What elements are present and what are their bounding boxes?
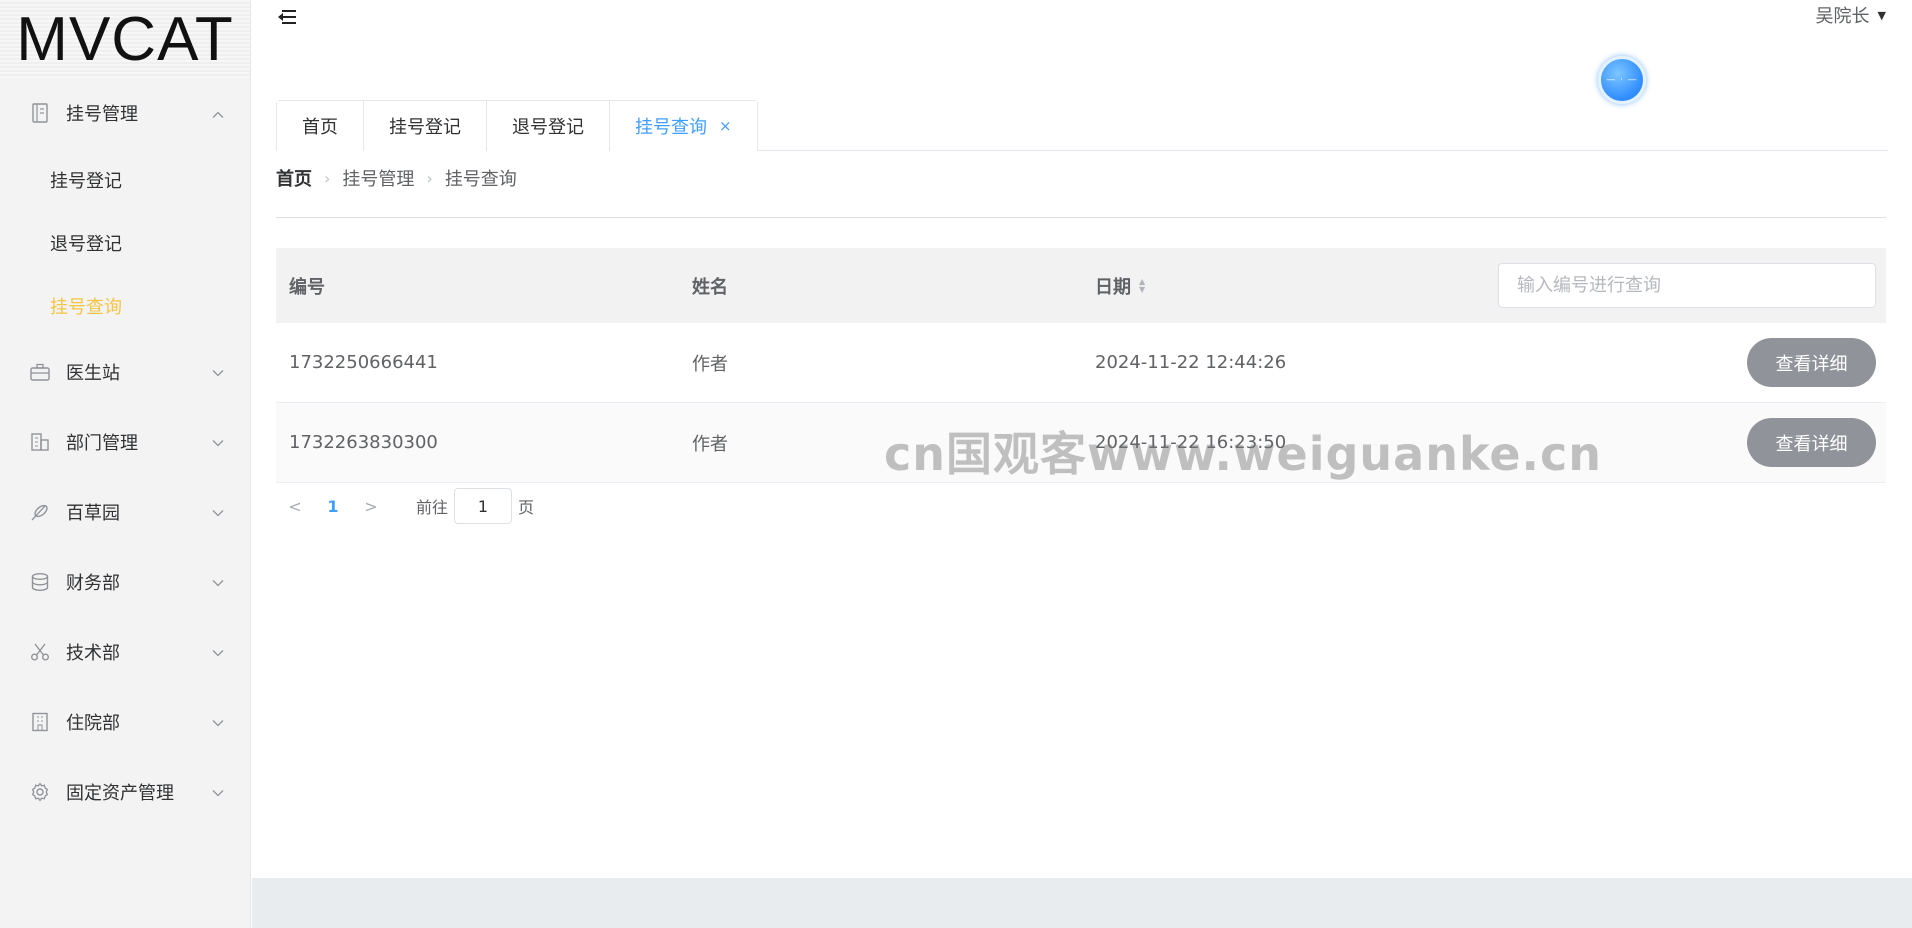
briefcase-icon (30, 362, 50, 382)
page-number[interactable]: 1 (310, 497, 356, 516)
goto-page-input[interactable] (454, 488, 513, 524)
menu-head-label: 挂号管理 (66, 104, 138, 125)
menu-head-tech[interactable]: 技术部 (0, 617, 250, 687)
cell-name: 作者 (692, 353, 728, 375)
breadcrumb-current: 挂号查询 (444, 169, 517, 190)
tab-label: 挂号查询 (635, 117, 707, 138)
search-input[interactable] (1498, 263, 1876, 308)
scissors-icon (30, 642, 50, 662)
menu-head-label: 技术部 (66, 643, 120, 664)
page-suffix: 页 (518, 498, 535, 517)
menu-head-label: 住院部 (66, 713, 120, 734)
chevron-down-icon (212, 572, 224, 593)
cell-action: 查看详细 (1485, 418, 1886, 467)
menu-head-label: 百草园 (66, 503, 120, 524)
menu-head-label: 财务部 (66, 573, 120, 594)
menu-head-herb-garden[interactable]: 百草园 (0, 477, 250, 547)
menu-head-inpatient[interactable]: 住院部 (0, 687, 250, 757)
chevron-down-icon (212, 712, 224, 733)
menu-head-label: 部门管理 (66, 433, 138, 454)
menu-head-label: 医生站 (66, 363, 120, 384)
footer-bar (252, 878, 1912, 928)
header-date[interactable]: 日期 ▲ ▼ (1082, 273, 1485, 299)
table-row: 1732263830300 作者 2024-11-22 16:23:50 查看详… (276, 403, 1886, 483)
header-search-cell (1485, 263, 1886, 308)
chevron-down-icon (212, 782, 224, 803)
prev-page-button[interactable]: < (280, 497, 310, 516)
gear-icon (30, 782, 50, 802)
sidebar: MVCAT 挂号管理 挂号登记 退号登记 挂号查询 医生站 部门管理 百草园 财… (0, 0, 251, 928)
menu-head-registration[interactable]: 挂号管理 (0, 78, 250, 148)
chevron-down-icon (212, 362, 224, 383)
menu-head-finance[interactable]: 财务部 (0, 547, 250, 617)
menu-head-doctor-station[interactable]: 医生站 (0, 337, 250, 407)
tab-register-query[interactable]: 挂号查询 × (610, 101, 757, 152)
registration-table: 编号 姓名 日期 ▲▼ 1732250666441 作者 2024-11-22 … (276, 248, 1886, 483)
cell-name: 作者 (692, 433, 728, 455)
tab-bar: 首页 挂号登记 退号登记 挂号查询 × (276, 100, 1888, 152)
caret-down-icon: ▼ (1877, 8, 1886, 22)
next-page-button[interactable]: > (356, 497, 386, 516)
breadcrumb-home[interactable]: 首页 (276, 165, 312, 191)
chevron-down-icon (212, 642, 224, 663)
chevron-right-icon: › (426, 168, 433, 188)
building-icon (30, 432, 50, 452)
close-icon[interactable]: × (719, 117, 732, 135)
view-detail-button[interactable]: 查看详细 (1747, 418, 1876, 467)
user-name: 吴院长 (1815, 6, 1870, 27)
herb-icon (30, 502, 50, 522)
goto-label: 前往 (416, 498, 449, 517)
tab-register[interactable]: 挂号登记 (364, 101, 487, 151)
menu-toggle-icon[interactable] (278, 8, 298, 26)
cell-date: 2024-11-22 16:23:50 (1095, 432, 1287, 453)
chevron-up-icon (212, 103, 224, 124)
cell-id: 1732250666441 (289, 352, 438, 373)
sidebar-item-unregister[interactable]: 退号登记 (0, 211, 250, 274)
main-content: 吴院长 ▼ — · — 首页 挂号登记 退号登记 挂号查询 × 首页 › 挂号管… (252, 0, 1912, 878)
chevron-down-icon (212, 432, 224, 453)
cell-id: 1732263830300 (289, 432, 438, 453)
chevron-right-icon: › (324, 168, 331, 188)
header-name: 姓名 (692, 276, 728, 298)
view-detail-button[interactable]: 查看详细 (1747, 338, 1876, 387)
tab-unregister[interactable]: 退号登记 (487, 101, 610, 151)
pagination: < 1 > 前往 页 (276, 488, 534, 524)
chevron-down-icon (212, 502, 224, 523)
menu-group-registration: 挂号管理 挂号登记 退号登记 挂号查询 (0, 78, 250, 337)
sidebar-item-register-query[interactable]: 挂号查询 (0, 274, 250, 337)
table-row: 1732250666441 作者 2024-11-22 12:44:26 查看详… (276, 323, 1886, 403)
breadcrumb-registration: 挂号管理 (342, 169, 415, 190)
menu-head-label: 固定资产管理 (66, 783, 174, 804)
menu-head-department[interactable]: 部门管理 (0, 407, 250, 477)
divider (276, 217, 1886, 218)
user-menu[interactable]: 吴院长 ▼ (1816, 2, 1886, 28)
header-date-label: 日期 (1095, 276, 1131, 298)
submenu-registration: 挂号登记 退号登记 挂号查询 (0, 148, 250, 337)
header-id: 编号 (289, 276, 325, 298)
breadcrumb: 首页 › 挂号管理 › 挂号查询 (276, 165, 517, 191)
table-header: 编号 姓名 日期 ▲ ▼ (276, 248, 1886, 323)
app-logo: MVCAT (0, 0, 250, 78)
cell-date: 2024-11-22 12:44:26 (1095, 352, 1287, 373)
dots-icon: — · — (1606, 75, 1638, 85)
hospital-icon (30, 712, 50, 732)
cell-action: 查看详细 (1485, 338, 1886, 387)
sidebar-item-register[interactable]: 挂号登记 (0, 148, 250, 211)
register-book-icon (30, 103, 50, 123)
menu-head-fixed-assets[interactable]: 固定资产管理 (0, 757, 250, 827)
floating-ball-icon[interactable]: — · — (1598, 56, 1646, 104)
tab-home[interactable]: 首页 (277, 101, 364, 151)
database-coins-icon (30, 572, 50, 592)
sort-icon[interactable]: ▲ ▼ (1139, 277, 1145, 294)
